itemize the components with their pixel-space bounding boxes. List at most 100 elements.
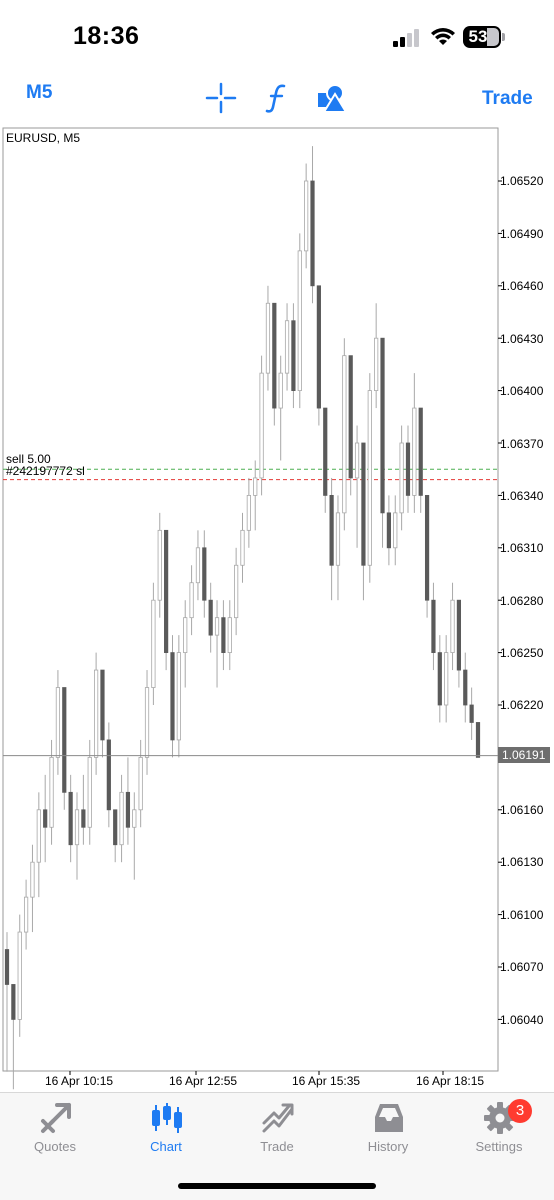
candle (265, 285, 271, 391)
signal-icon (393, 29, 419, 47)
trade-button[interactable]: Trade (482, 88, 533, 110)
tab-quotes[interactable]: Quotes (0, 1093, 110, 1163)
function-icon[interactable] (262, 82, 294, 114)
time-label: 16 Apr 15:35 (292, 1074, 361, 1088)
chart-area[interactable]: EURUSD, M5 sell 5.00 #242197772 sl 1.065… (0, 126, 554, 1092)
candle (431, 582, 436, 671)
time-label: 16 Apr 10:15 (45, 1074, 114, 1088)
chart-frame (2, 127, 499, 1072)
objects-icon[interactable] (316, 82, 348, 114)
candle (386, 495, 391, 566)
candle (125, 757, 131, 845)
candle (316, 285, 321, 426)
candle (450, 582, 455, 671)
candle (424, 494, 430, 618)
candle (284, 303, 290, 391)
candle (456, 599, 462, 688)
candle (412, 373, 417, 513)
candle (437, 635, 442, 723)
candle (342, 338, 347, 531)
battery-level-text: 53 (468, 27, 488, 46)
tab-chart[interactable]: Chart (111, 1093, 221, 1163)
candle (189, 565, 194, 636)
candle (11, 984, 16, 1090)
candle (323, 407, 328, 513)
candle (119, 774, 124, 863)
candle (100, 669, 105, 758)
tab-label: Chart (150, 1139, 182, 1154)
chart-toolbar: M5 Trade (0, 70, 554, 126)
candle (354, 425, 360, 548)
crosshair-icon[interactable] (205, 82, 237, 114)
candle (444, 635, 449, 723)
price-label: 1.06520 (500, 174, 544, 188)
price-label: 1.06310 (500, 541, 544, 555)
candle (138, 739, 143, 828)
candle (361, 442, 366, 601)
candlestick-chart[interactable] (0, 126, 554, 1092)
candle (214, 600, 220, 688)
timeframe-button[interactable]: M5 (26, 82, 52, 104)
candle (393, 495, 398, 566)
candle (405, 425, 411, 513)
settings-badge: 3 (508, 1099, 532, 1123)
time-label: 16 Apr 12:55 (169, 1074, 238, 1088)
history-icon (375, 1104, 403, 1132)
price-label: 1.06340 (500, 489, 544, 503)
candle (310, 146, 315, 304)
candle (253, 460, 258, 531)
tab-label: History (367, 1139, 409, 1154)
candle (36, 792, 41, 898)
candle (23, 879, 29, 950)
price-label: 1.06130 (500, 855, 544, 869)
candle (17, 914, 22, 1037)
candle (278, 355, 283, 461)
tab-settings[interactable]: Settings (444, 1093, 554, 1163)
candle (348, 355, 353, 496)
wifi-icon (431, 28, 455, 45)
candle (469, 687, 474, 740)
candle (4, 932, 10, 1072)
candle (475, 722, 481, 758)
price-label: 1.06220 (500, 698, 544, 712)
price-label: 1.06160 (500, 803, 544, 817)
candle (246, 477, 251, 548)
candle (227, 600, 232, 671)
tab-label: Settings (475, 1139, 523, 1154)
candle (164, 529, 169, 671)
quotes-icon (41, 1103, 71, 1133)
status-time: 18:36 (73, 22, 140, 50)
price-label: 1.06250 (500, 646, 544, 660)
price-label: 1.06490 (500, 227, 544, 241)
price-label: 1.06370 (500, 437, 544, 451)
tab-label: Trade (260, 1139, 294, 1154)
price-label: 1.06460 (500, 279, 544, 293)
candle (234, 547, 239, 636)
candle (259, 355, 264, 496)
candle (240, 512, 245, 583)
candle (55, 670, 61, 775)
trade-icon (262, 1103, 294, 1133)
chart-icon (152, 1103, 182, 1133)
price-label: 1.06100 (500, 908, 544, 922)
candle (157, 512, 162, 618)
candle (43, 774, 48, 863)
candle (106, 722, 111, 828)
status-bar: 18:36 53 (0, 0, 554, 70)
order-ticket-label: #242197772 sl (6, 464, 85, 478)
candle (151, 582, 156, 705)
price-label: 1.06400 (500, 384, 544, 398)
battery-icon: 53 (463, 26, 505, 48)
price-label: 1.06430 (500, 332, 544, 346)
tab-history[interactable]: History (333, 1093, 443, 1163)
chart-title: EURUSD, M5 (6, 131, 81, 145)
candle (291, 303, 296, 409)
home-indicator (178, 1183, 376, 1189)
candle (272, 302, 277, 426)
candle (170, 635, 175, 758)
candle (74, 792, 80, 880)
candle (202, 530, 207, 618)
tab-trade[interactable]: Trade (222, 1093, 332, 1163)
time-label: 16 Apr 18:15 (416, 1074, 485, 1088)
candle (304, 163, 309, 269)
